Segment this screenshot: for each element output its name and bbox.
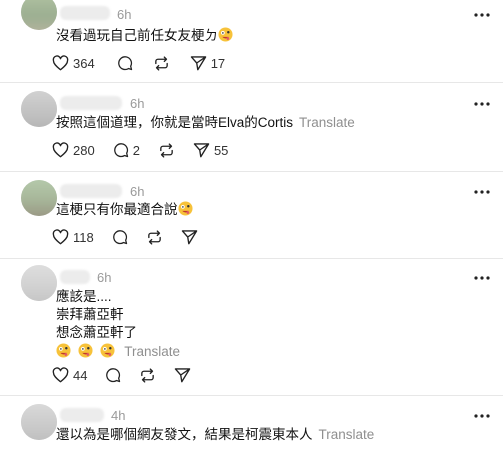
timestamp: 6h <box>130 184 145 199</box>
send-icon <box>193 143 210 158</box>
reply-1: 6h 沒看過玩自己前任女友梗ㄉ 364 17 <box>0 0 503 82</box>
like-count: 44 <box>73 367 88 383</box>
repost-button[interactable] <box>158 142 175 159</box>
reply-text: 這梗只有你最適合說 <box>56 201 193 221</box>
username[interactable] <box>60 6 110 20</box>
like-button[interactable]: 280 <box>52 142 95 158</box>
action-bar: 280 2 55 <box>52 140 246 160</box>
comment-button[interactable] <box>105 367 121 383</box>
translate-link[interactable]: Translate <box>299 115 355 130</box>
reply-text-line: 崇拜蕭亞軒 <box>56 307 124 322</box>
translate-link[interactable]: Translate <box>124 344 180 359</box>
heart-icon <box>52 367 69 383</box>
emoji-line: Translate <box>56 343 180 363</box>
share-button[interactable] <box>174 367 191 383</box>
share-button[interactable]: 55 <box>193 142 228 158</box>
like-count: 364 <box>73 55 95 71</box>
like-count: 118 <box>73 229 94 245</box>
crazy-face-emoji <box>56 343 71 363</box>
action-bar: 364 17 <box>52 53 243 73</box>
avatar[interactable] <box>21 91 57 127</box>
username[interactable] <box>60 270 90 284</box>
reply-text: 按照這個道理，你就是當時Elva的Cortis Translate <box>56 114 355 132</box>
translate-link[interactable]: Translate <box>319 427 375 442</box>
reply-text: 應該是.... 崇拜蕭亞軒 想念蕭亞軒了 Translate <box>56 288 180 363</box>
repost-button[interactable] <box>153 55 170 72</box>
reply-text-line: 按照這個道理，你就是當時Elva的Cortis <box>56 115 294 130</box>
comment-button[interactable]: 2 <box>113 142 140 158</box>
like-button[interactable]: 44 <box>52 367 87 383</box>
heart-icon <box>52 55 69 71</box>
more-horizontal-icon[interactable] <box>473 12 491 18</box>
repost-button[interactable] <box>139 367 156 384</box>
reply-3: 6h 這梗只有你最適合說 118 <box>0 172 503 258</box>
more-horizontal-icon[interactable] <box>473 413 491 419</box>
avatar[interactable] <box>21 404 57 440</box>
comment-bubble-icon <box>112 230 127 245</box>
timestamp: 4h <box>111 408 126 423</box>
crazy-face-emoji <box>100 343 115 363</box>
send-icon <box>175 368 191 383</box>
username[interactable] <box>60 408 104 422</box>
action-bar: 44 <box>52 365 209 385</box>
reply-5: 4h 還以為是哪個網友發文，結果是柯震東本人 Translate <box>0 396 503 450</box>
repost-icon <box>160 142 173 158</box>
repost-icon <box>154 55 168 71</box>
avatar[interactable] <box>21 180 57 216</box>
username[interactable] <box>60 184 122 198</box>
timestamp: 6h <box>97 270 112 285</box>
reply-text-line: 還以為是哪個網友發文，結果是柯震東本人 <box>56 427 313 442</box>
comment-button[interactable] <box>117 55 133 71</box>
like-button[interactable]: 364 <box>52 55 95 71</box>
comment-bubble-icon <box>106 368 121 383</box>
share-button[interactable] <box>181 229 198 245</box>
share-count: 55 <box>213 142 229 158</box>
reply-text-line: 沒看過玩自己前任女友梗ㄉ <box>56 28 218 43</box>
reply-text: 還以為是哪個網友發文，結果是柯震東本人 Translate <box>56 426 374 444</box>
avatar[interactable] <box>21 265 57 301</box>
more-horizontal-icon[interactable] <box>473 275 491 281</box>
reply-text-line: 想念蕭亞軒了 <box>56 325 137 340</box>
send-icon <box>190 56 206 71</box>
timestamp: 6h <box>130 96 145 111</box>
repost-button[interactable] <box>146 229 163 246</box>
like-count: 280 <box>73 142 95 158</box>
reply-text: 沒看過玩自己前任女友梗ㄉ <box>56 27 233 47</box>
share-count: 17 <box>210 55 226 71</box>
send-icon <box>181 230 197 245</box>
share-button[interactable]: 17 <box>190 55 225 71</box>
more-horizontal-icon[interactable] <box>473 101 491 107</box>
comment-bubble-icon <box>113 143 128 158</box>
like-button[interactable]: 118 <box>52 229 94 245</box>
reply-text-line: 應該是.... <box>56 289 112 304</box>
repost-icon <box>147 229 161 245</box>
reply-2: 6h 按照這個道理，你就是當時Elva的Cortis Translate 280 … <box>0 83 503 171</box>
reply-4: 6h 應該是.... 崇拜蕭亞軒 想念蕭亞軒了 Translate 44 <box>0 259 503 395</box>
comment-bubble-icon <box>117 56 132 71</box>
timestamp: 6h <box>117 7 132 22</box>
comment-button[interactable] <box>112 229 128 245</box>
action-bar: 118 <box>52 227 216 247</box>
crazy-face-emoji <box>177 201 193 221</box>
reply-text-line: 這梗只有你最適合說 <box>56 202 178 217</box>
heart-icon <box>52 142 69 158</box>
username[interactable] <box>60 96 122 110</box>
crazy-face-emoji <box>78 343 93 363</box>
comment-count: 2 <box>132 142 140 158</box>
avatar[interactable] <box>21 0 57 30</box>
heart-icon <box>52 229 69 245</box>
crazy-face-emoji <box>218 27 233 47</box>
repost-icon <box>141 367 155 383</box>
more-horizontal-icon[interactable] <box>473 189 491 195</box>
